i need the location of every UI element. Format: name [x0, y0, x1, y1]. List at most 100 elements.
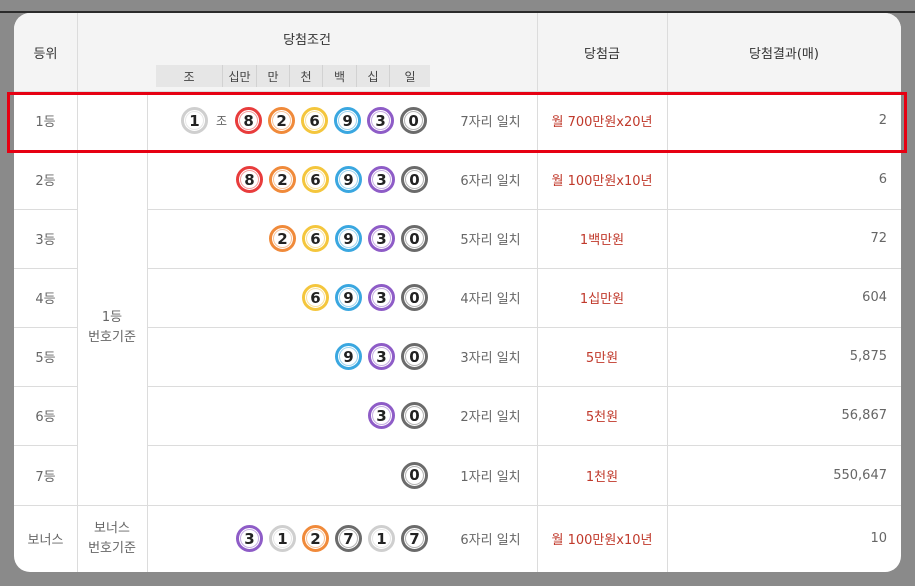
digit-label-100k: 십만: [223, 65, 257, 87]
ball-digit: 1: [277, 529, 288, 548]
group-label-bonus-line2: 번호기준: [88, 540, 136, 556]
group-label-main-line1: 1등: [101, 309, 123, 325]
number-ball: 1: [269, 525, 296, 552]
number-ball: 3: [368, 166, 395, 193]
ball-digit: 3: [376, 229, 387, 248]
number-balls: 6 9 3 0: [302, 284, 428, 311]
number-ball: 6: [302, 166, 329, 193]
number-ball: 0: [401, 284, 428, 311]
number-ball: 7: [401, 525, 428, 552]
ball-digit: 0: [409, 288, 420, 307]
row-match: 6자리 일치: [460, 533, 521, 548]
group-label-bonus-line1: 보너스: [94, 520, 130, 536]
number-ball: 3: [368, 284, 395, 311]
row-rank: 6등: [35, 410, 56, 425]
ball-digit: 3: [376, 347, 387, 366]
ball-digit: 9: [343, 170, 354, 189]
ball-digit: 3: [376, 406, 387, 425]
ball-digit: 0: [409, 170, 420, 189]
ball-digit: 2: [277, 229, 288, 248]
ball-digit: 0: [409, 406, 420, 425]
ball-digit: 6: [310, 170, 321, 189]
row-rank: 3등: [35, 233, 56, 248]
row-count: 5,875: [849, 349, 887, 364]
ball-digit: 3: [376, 170, 387, 189]
ball-digit: 9: [343, 347, 354, 366]
row-count: 56,867: [841, 408, 888, 423]
row-rank: 5등: [35, 351, 56, 366]
number-ball: 1: [368, 525, 395, 552]
number-ball: 9: [335, 225, 362, 252]
number-ball: 0: [401, 225, 428, 252]
ball-digit: 2: [310, 529, 321, 548]
digit-label-1k: 천: [290, 65, 323, 87]
ball-digit: 0: [409, 347, 420, 366]
number-ball: 8: [236, 166, 263, 193]
row-count: 6: [878, 172, 887, 187]
number-ball: 0: [401, 461, 428, 489]
row-rank: 보너스: [27, 533, 64, 548]
number-ball: 6: [302, 284, 329, 311]
ball-digit: 6: [310, 288, 321, 307]
digit-label-100: 백: [323, 65, 357, 87]
row-match: 3자리 일치: [460, 351, 521, 366]
grid-line: [147, 91, 148, 572]
row-count: 604: [862, 290, 887, 305]
group-label-main: 1등 번호기준: [77, 150, 147, 505]
number-ball: 0: [401, 166, 428, 193]
row-prize: 월 100만원x10년: [551, 174, 653, 189]
ball-digit: 9: [343, 229, 354, 248]
row-rank: 2등: [35, 174, 56, 189]
row-prize: 월 100만원x10년: [551, 533, 653, 548]
digit-label-1: 일: [390, 65, 430, 87]
number-ball: 0: [401, 343, 428, 370]
header-condition: 당첨조건: [283, 32, 331, 48]
ball-digit: 0: [409, 229, 420, 248]
number-ball: 9: [335, 166, 362, 193]
number-ball: 0: [401, 402, 428, 429]
number-ball: 3: [368, 343, 395, 370]
row-count: 72: [870, 231, 887, 246]
ball-digit: 6: [310, 229, 321, 248]
ball-digit: 2: [277, 170, 288, 189]
number-ball: 2: [269, 166, 296, 193]
ball-digit: 3: [244, 529, 255, 548]
header-rank: 등위: [33, 46, 58, 62]
row-match: 1자리 일치: [460, 469, 521, 485]
digit-label-10: 십: [357, 65, 390, 87]
ball-digit: 3: [376, 288, 387, 307]
number-balls: 0: [401, 461, 428, 489]
row-rank: 4등: [35, 292, 56, 307]
digit-label-jo: 조: [156, 65, 223, 87]
row-match: 6자리 일치: [460, 174, 521, 189]
group-label-bonus: 보너스 번호기준: [77, 505, 147, 572]
row-match: 4자리 일치: [460, 292, 521, 307]
row-prize: 5천원: [585, 410, 619, 425]
row-match: 5자리 일치: [460, 233, 521, 248]
number-balls: 9 3 0: [335, 343, 428, 370]
ball-digit: 8: [244, 170, 255, 189]
number-balls: 2 6 9 3 0: [269, 225, 428, 252]
number-ball: 2: [269, 225, 296, 252]
ball-digit: 9: [343, 288, 354, 307]
ball-digit: 7: [343, 529, 354, 548]
group-label-main-line2: 번호기준: [88, 329, 136, 345]
highlight-box: [7, 92, 907, 153]
number-ball: 9: [335, 343, 362, 370]
row-count: 550,647: [833, 467, 887, 483]
row-prize: 1십만원: [579, 292, 625, 307]
row-prize: 5만원: [585, 351, 619, 366]
number-balls: 3 1 2 7 1 7: [236, 525, 428, 552]
number-ball: 6: [302, 225, 329, 252]
digit-label-10k: 만: [257, 65, 290, 87]
number-ball: 3: [236, 525, 263, 552]
header-prize: 당첨금: [584, 46, 620, 62]
number-ball: 7: [335, 525, 362, 552]
ball-digit: 0: [409, 466, 420, 484]
number-balls: 30: [368, 402, 428, 429]
row-count: 10: [870, 531, 887, 546]
ball-digit: 1: [376, 529, 387, 548]
number-balls: 8 2 6 9 3 0: [236, 166, 428, 193]
row-match: 2자리 일치: [460, 410, 521, 425]
ball-digit: 7: [409, 529, 420, 548]
